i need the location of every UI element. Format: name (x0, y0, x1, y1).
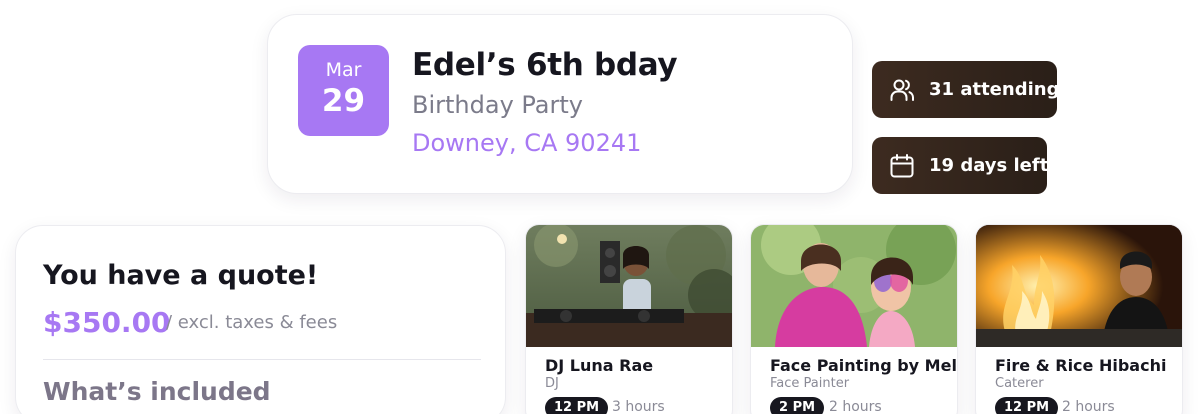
vendor-name: DJ Luna Rae (545, 356, 654, 375)
event-location: Downey, CA 90241 (412, 129, 642, 157)
vendor-photo-dj (526, 225, 732, 347)
vendor-duration: 2 hours (829, 399, 882, 414)
vendor-photo-hibachi (976, 225, 1182, 347)
vendor-photo-face-painting (751, 225, 957, 347)
days-left-label: 19 days left (929, 155, 1049, 176)
vendor-card-dj[interactable]: DJ Luna Rae DJ 12 PM 3 hours (525, 224, 733, 414)
quote-note: / excl. taxes & fees (166, 312, 338, 333)
date-day: 29 (321, 83, 366, 119)
vendor-card-face-painting[interactable]: Face Painting by Mel Face Painter 2 PM 2… (750, 224, 958, 414)
vendor-duration: 3 hours (612, 399, 665, 414)
date-month: Mar (325, 59, 362, 81)
divider (43, 359, 481, 360)
days-left-badge: 19 days left (872, 137, 1049, 194)
quote-heading: You have a quote! (43, 260, 319, 291)
vendor-category: Face Painter (770, 376, 850, 391)
vendor-category: Caterer (995, 376, 1044, 391)
event-card[interactable]: Mar 29 Edel’s 6th bday Birthday Party Do… (267, 14, 853, 194)
vendor-time-chip: 12 PM (995, 397, 1059, 414)
calendar-icon (889, 153, 915, 179)
quote-card[interactable]: You have a quote! $350.00 / excl. taxes … (15, 225, 506, 414)
vendor-time-chip: 2 PM (770, 397, 825, 414)
page: Mar 29 Edel’s 6th bday Birthday Party Do… (0, 0, 1198, 414)
quote-price: $350.00 (43, 306, 171, 339)
vendor-duration: 2 hours (1062, 399, 1115, 414)
vendor-name: Fire & Rice Hibachi (995, 356, 1167, 375)
attending-label: 31 attending (929, 79, 1060, 100)
vendor-name: Face Painting by Mel (770, 356, 957, 375)
people-icon (889, 77, 915, 103)
vendor-category: DJ (545, 376, 559, 391)
attending-badge: 31 attending (872, 61, 1060, 118)
vendor-card-hibachi[interactable]: Fire & Rice Hibachi Caterer 12 PM 2 hour… (975, 224, 1183, 414)
included-heading: What’s included (43, 377, 271, 406)
date-badge: Mar 29 (298, 45, 389, 136)
event-type: Birthday Party (412, 91, 583, 119)
event-title: Edel’s 6th bday (412, 47, 678, 83)
vendor-time-chip: 12 PM (545, 397, 609, 414)
